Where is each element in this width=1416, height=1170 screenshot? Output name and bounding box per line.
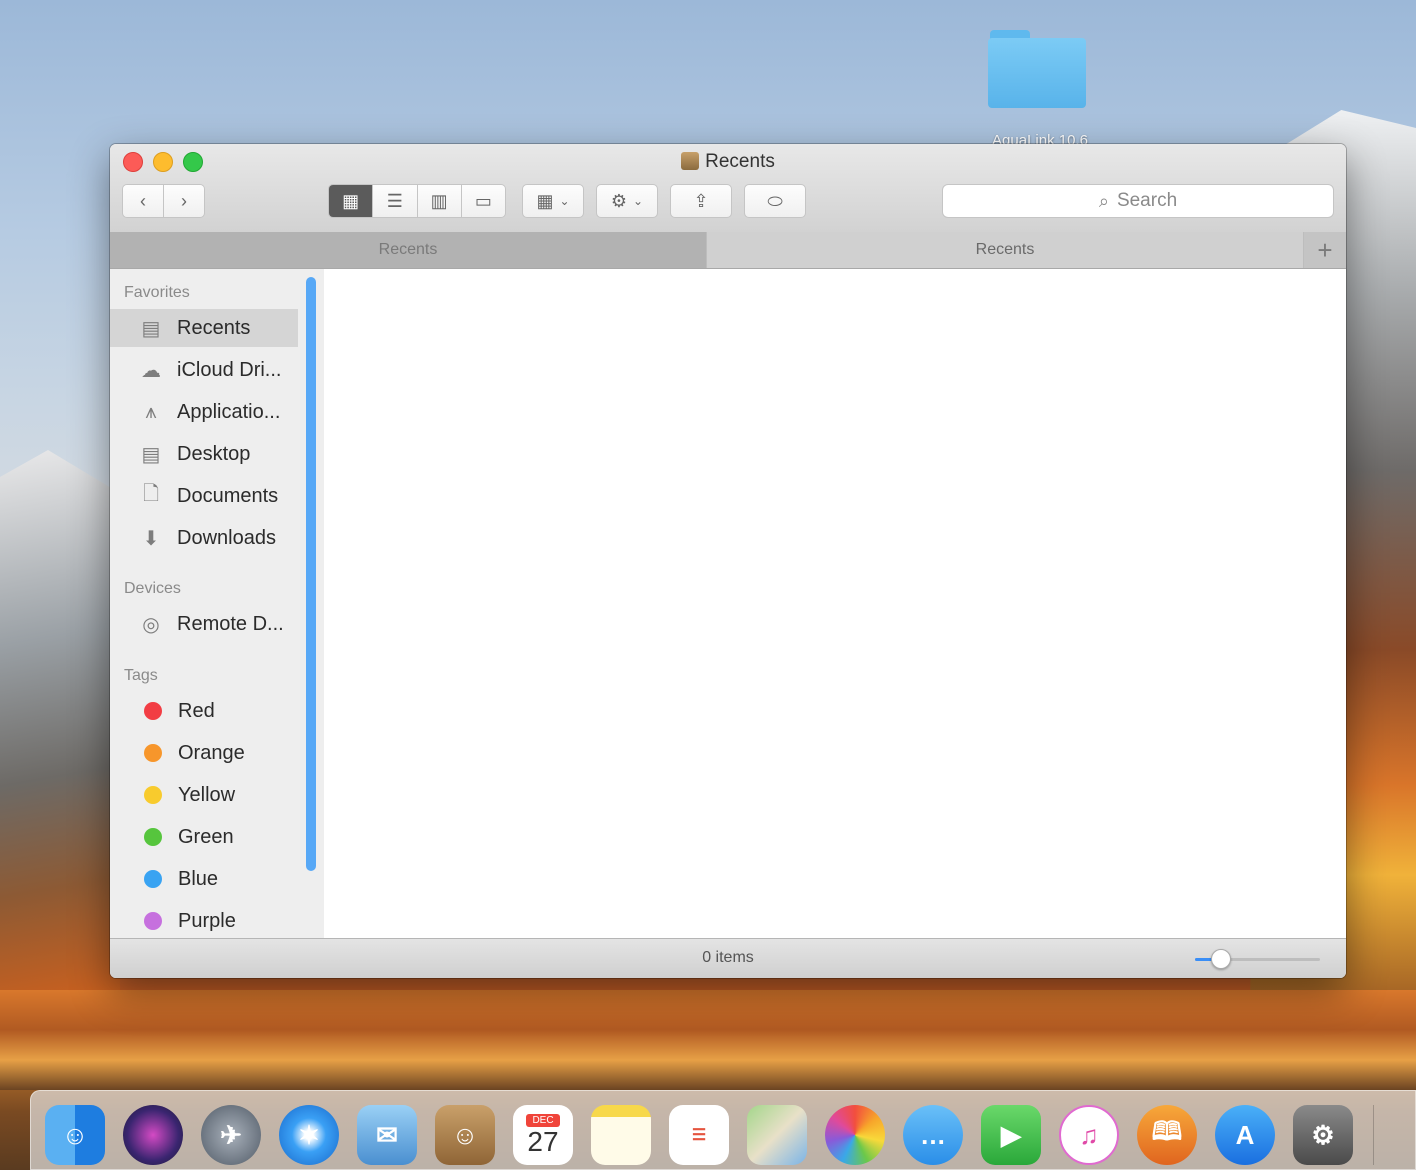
item-count: 0 items bbox=[702, 949, 754, 966]
itunes-icon[interactable]: ♫ bbox=[1059, 1105, 1119, 1165]
back-button[interactable]: ‹ bbox=[123, 185, 164, 217]
share-icon: ⇪ bbox=[693, 190, 709, 211]
safari-icon[interactable]: ✶ bbox=[279, 1105, 339, 1165]
file-content-area[interactable] bbox=[324, 269, 1346, 938]
dock: ☺ ✈ ✶ ✉ ☺ DEC 27 ☰ … ▶ ♫ 🕮 A ⚙ bbox=[30, 1090, 1416, 1170]
app-store-icon[interactable]: A bbox=[1215, 1105, 1275, 1165]
sidebar-tag-red[interactable]: Red bbox=[110, 692, 298, 730]
favorites-header: Favorites bbox=[124, 284, 190, 301]
chevron-down-icon: ⌄ bbox=[633, 194, 644, 208]
search-field[interactable]: ⌕ Search bbox=[942, 184, 1334, 218]
group-by-button[interactable]: ▦ ⌄ bbox=[522, 184, 584, 218]
tag-color-dot bbox=[144, 870, 162, 888]
downloads-icon: ⬇ bbox=[142, 527, 160, 550]
columns-icon: ▥ bbox=[430, 190, 448, 211]
search-placeholder: Search bbox=[1116, 190, 1178, 211]
facetime-icon[interactable]: ▶ bbox=[981, 1105, 1041, 1165]
action-menu-button[interactable]: ⚙ ⌄ bbox=[596, 184, 658, 218]
plus-icon[interactable]: + bbox=[1304, 232, 1346, 268]
desktop-icon: ▤ bbox=[141, 443, 161, 466]
icon-view-button[interactable]: ▦ bbox=[329, 185, 374, 217]
wallpaper-mountain-left bbox=[0, 450, 120, 990]
sidebar-tag-yellow[interactable]: Yellow bbox=[110, 776, 298, 814]
slider-knob[interactable] bbox=[1211, 949, 1231, 969]
chevron-down-icon: ⌄ bbox=[559, 194, 570, 208]
system-preferences-icon[interactable]: ⚙ bbox=[1293, 1105, 1353, 1165]
titlebar[interactable]: Recents ‹ › ▦ ☰ ▥ ▭ ▦ ⌄ ⚙ ⌄ ⇪ ⬭ ⌕ Search bbox=[110, 144, 1346, 233]
sidebar-item-icloud[interactable]: ☁ iCloud Dri... bbox=[110, 351, 298, 389]
gallery-icon: ▭ bbox=[474, 190, 492, 211]
group-grid-icon: ▦ bbox=[536, 190, 554, 211]
column-view-button[interactable]: ▥ bbox=[417, 185, 462, 217]
window-title: Recents bbox=[110, 151, 1346, 173]
messages-icon[interactable]: … bbox=[903, 1105, 963, 1165]
notes-icon[interactable] bbox=[591, 1105, 651, 1165]
edit-tags-button[interactable]: ⬭ bbox=[744, 184, 806, 218]
tag-color-dot bbox=[144, 744, 162, 762]
sidebar-scrollbar[interactable] bbox=[306, 277, 316, 871]
status-bar: 0 items bbox=[110, 938, 1346, 978]
tag-color-dot bbox=[144, 702, 162, 720]
sidebar-item-downloads[interactable]: ⬇ Downloads bbox=[110, 519, 298, 557]
tag-color-dot bbox=[144, 786, 162, 804]
tab-recents-1[interactable]: Recents bbox=[110, 232, 706, 268]
finder-icon[interactable]: ☺ bbox=[45, 1105, 105, 1165]
tab-bar: Recents Recents + bbox=[110, 232, 1346, 269]
dock-separator bbox=[1373, 1105, 1374, 1165]
share-button[interactable]: ⇪ bbox=[670, 184, 732, 218]
tags-header: Tags bbox=[124, 667, 158, 684]
chevron-left-icon: ‹ bbox=[140, 190, 146, 211]
desktop-folder-icon[interactable] bbox=[988, 30, 1088, 110]
sidebar: Favorites ▤ Recents ☁ iCloud Dri... ⩚ Ap… bbox=[110, 269, 324, 938]
tag-icon: ⬭ bbox=[767, 190, 783, 211]
disc-icon: ◎ bbox=[142, 613, 160, 636]
recents-title-icon bbox=[681, 152, 700, 170]
sidebar-item-applications[interactable]: ⩚ Applicatio... bbox=[110, 393, 298, 431]
sidebar-tag-orange[interactable]: Orange bbox=[110, 734, 298, 772]
list-view-button[interactable]: ☰ bbox=[373, 185, 418, 217]
icon-size-slider[interactable] bbox=[1195, 949, 1320, 969]
gallery-view-button[interactable]: ▭ bbox=[461, 185, 505, 217]
tag-color-dot bbox=[144, 828, 162, 846]
grid-icon: ▦ bbox=[342, 190, 360, 211]
finder-window: Recents ‹ › ▦ ☰ ▥ ▭ ▦⌄ ⚙⌄ ⇪ ⬭ ⌕ Search bbox=[110, 144, 1346, 978]
documents-icon: 🗋 bbox=[142, 483, 160, 505]
sidebar-tag-purple[interactable]: Purple bbox=[110, 902, 298, 938]
photos-icon[interactable] bbox=[825, 1105, 885, 1165]
nav-buttons: ‹ › bbox=[122, 184, 205, 218]
recents-icon: ▤ bbox=[141, 317, 161, 340]
gear-icon: ⚙ bbox=[610, 190, 628, 211]
list-icon: ☰ bbox=[386, 190, 403, 211]
tag-color-dot bbox=[144, 912, 162, 930]
view-mode-control: ▦ ☰ ▥ ▭ bbox=[328, 184, 506, 218]
mail-icon[interactable]: ✉ bbox=[357, 1105, 417, 1165]
maps-icon[interactable] bbox=[747, 1105, 807, 1165]
siri-icon[interactable] bbox=[123, 1105, 183, 1165]
sidebar-item-documents[interactable]: 🗋 Documents bbox=[110, 477, 298, 515]
sidebar-item-recents[interactable]: ▤ Recents bbox=[110, 309, 298, 347]
forward-button[interactable]: › bbox=[164, 185, 204, 217]
sidebar-tag-green[interactable]: Green bbox=[110, 818, 298, 856]
search-icon: ⌕ bbox=[1098, 190, 1109, 211]
applications-icon: ⩚ bbox=[145, 400, 157, 423]
contacts-icon[interactable]: ☺ bbox=[435, 1105, 495, 1165]
cloud-icon: ☁ bbox=[141, 359, 161, 382]
sidebar-tag-blue[interactable]: Blue bbox=[110, 860, 298, 898]
ibooks-icon[interactable]: 🕮 bbox=[1137, 1105, 1197, 1165]
launchpad-icon[interactable]: ✈ bbox=[201, 1105, 261, 1165]
wallpaper-lake bbox=[0, 990, 1416, 1090]
sidebar-item-remote-disc[interactable]: ◎ Remote D... bbox=[110, 605, 298, 643]
reminders-icon[interactable]: ☰ bbox=[669, 1105, 729, 1165]
tab-recents-2[interactable]: Recents bbox=[707, 232, 1303, 268]
chevron-right-icon: › bbox=[181, 190, 187, 211]
calendar-icon[interactable]: DEC 27 bbox=[513, 1105, 573, 1165]
sidebar-item-desktop[interactable]: ▤ Desktop bbox=[110, 435, 298, 473]
devices-header: Devices bbox=[124, 580, 181, 597]
